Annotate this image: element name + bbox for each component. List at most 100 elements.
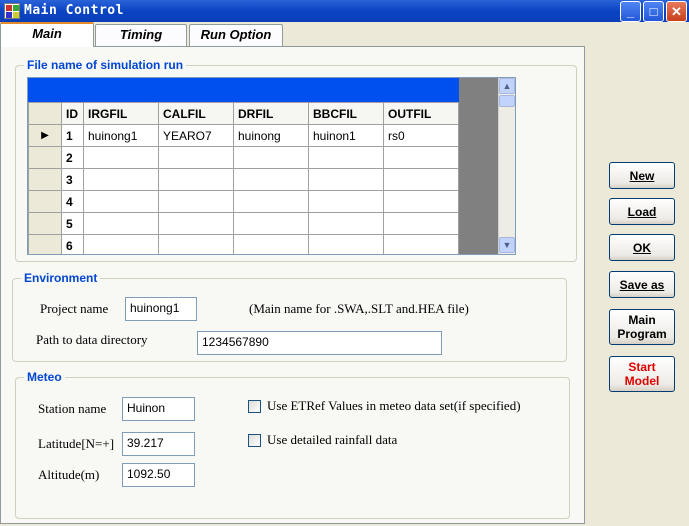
app-icon[interactable]	[4, 3, 20, 19]
chevron-up-icon: ▲	[502, 81, 512, 91]
environment-legend: Environment	[21, 271, 101, 285]
cell-outfil[interactable]	[383, 234, 459, 254]
cell-irgfil[interactable]	[83, 234, 159, 254]
table-row[interactable]: 5	[28, 212, 459, 235]
cell-calfil[interactable]	[158, 168, 234, 191]
scroll-thumb[interactable]	[499, 95, 515, 107]
row-selector[interactable]	[28, 146, 62, 169]
cell-id[interactable]: 3	[61, 168, 84, 191]
table-header-row: ID IRGFIL CALFIL DRFIL BBCFIL OUTFIL	[28, 102, 459, 125]
cell-calfil[interactable]	[158, 212, 234, 235]
window-title: Main Control	[24, 3, 124, 18]
path-label: Path to data directory	[36, 332, 148, 347]
column-header-bbcfil[interactable]: BBCFIL	[308, 102, 384, 125]
chevron-down-icon: ▼	[502, 240, 512, 250]
project-name-input[interactable]: huinong1	[125, 297, 197, 321]
cell-id[interactable]: 2	[61, 146, 84, 169]
column-header-id[interactable]: ID	[61, 102, 84, 125]
cell-bbcfil[interactable]	[308, 234, 384, 254]
table-row[interactable]: 3	[28, 168, 459, 191]
cell-calfil[interactable]	[158, 234, 234, 254]
cell-drfil[interactable]	[233, 146, 309, 169]
cell-drfil[interactable]: huinong	[233, 124, 309, 147]
altitude-label: Altitude(m)	[38, 467, 100, 482]
cell-id[interactable]: 6	[61, 234, 84, 254]
tab-timing[interactable]: Timing	[95, 24, 187, 46]
title-bar: Main Control _ □ ✕	[0, 0, 689, 22]
cell-irgfil[interactable]	[83, 168, 159, 191]
cell-drfil[interactable]	[233, 212, 309, 235]
new-button[interactable]: New	[609, 162, 675, 189]
load-button[interactable]: Load	[609, 198, 675, 225]
etref-checkbox[interactable]	[248, 400, 261, 413]
latitude-input[interactable]: 39.217	[122, 432, 195, 456]
cell-drfil[interactable]	[233, 234, 309, 254]
simulation-grid[interactable]: ID IRGFIL CALFIL DRFIL BBCFIL OUTFIL ▶ 1…	[27, 77, 516, 255]
rainfall-checkbox[interactable]	[248, 434, 261, 447]
cell-outfil[interactable]: rs0	[383, 124, 459, 147]
table-row[interactable]: ▶ 1 huinong1 YEARO7 huinong huinon1 rs0	[28, 124, 459, 147]
latitude-label: Latitude[N=+]	[38, 436, 115, 451]
station-name-input[interactable]: Huinon	[122, 397, 195, 421]
maximize-button[interactable]: □	[643, 1, 664, 22]
maximize-icon: □	[649, 4, 658, 19]
row-header-corner	[28, 102, 62, 125]
start-model-button[interactable]: Start Model	[609, 356, 675, 392]
cell-irgfil[interactable]	[83, 146, 159, 169]
project-name-hint: (Main name for .SWA,.SLT and.HEA file)	[249, 301, 469, 316]
column-header-outfil[interactable]: OUTFIL	[383, 102, 459, 125]
cell-bbcfil[interactable]	[308, 190, 384, 213]
row-selector[interactable]	[28, 212, 62, 235]
row-selector[interactable]	[28, 168, 62, 191]
grid-vertical-scrollbar[interactable]: ▲ ▼	[498, 78, 515, 254]
station-name-label: Station name	[38, 401, 107, 416]
cell-outfil[interactable]	[383, 168, 459, 191]
cell-bbcfil[interactable]	[308, 212, 384, 235]
save-as-button[interactable]: Save as	[609, 271, 675, 298]
cell-outfil[interactable]	[383, 212, 459, 235]
cell-id[interactable]: 5	[61, 212, 84, 235]
column-header-irgfil[interactable]: IRGFIL	[83, 102, 159, 125]
etref-label[interactable]: Use ETRef Values in meteo data set(if sp…	[267, 398, 521, 414]
tab-main[interactable]: Main	[0, 22, 94, 47]
cell-bbcfil[interactable]: huinon1	[308, 124, 384, 147]
scroll-down-arrow[interactable]: ▼	[499, 237, 515, 253]
cell-calfil[interactable]: YEARO7	[158, 124, 234, 147]
cell-bbcfil[interactable]	[308, 146, 384, 169]
cell-irgfil[interactable]: huinong1	[83, 124, 159, 147]
row-selector[interactable]	[28, 190, 62, 213]
cell-id[interactable]: 1	[61, 124, 84, 147]
minimize-button[interactable]: _	[620, 1, 641, 22]
simulation-legend: File name of simulation run	[24, 58, 187, 72]
cell-drfil[interactable]	[233, 168, 309, 191]
cell-id[interactable]: 4	[61, 190, 84, 213]
table-row[interactable]: 6	[28, 234, 459, 254]
tab-run-option[interactable]: Run Option	[189, 24, 283, 46]
table-row[interactable]: 4	[28, 190, 459, 213]
column-header-drfil[interactable]: DRFIL	[233, 102, 309, 125]
cell-outfil[interactable]	[383, 190, 459, 213]
path-input[interactable]: 1234567890	[197, 331, 442, 355]
minimize-icon: _	[626, 4, 635, 19]
cell-drfil[interactable]	[233, 190, 309, 213]
main-program-button[interactable]: Main Program	[609, 309, 675, 345]
cell-irgfil[interactable]	[83, 190, 159, 213]
row-selector[interactable]	[28, 234, 62, 254]
scroll-up-arrow[interactable]: ▲	[499, 78, 515, 94]
close-button[interactable]: ✕	[666, 1, 687, 22]
cell-calfil[interactable]	[158, 146, 234, 169]
grid-caption-bar	[28, 78, 515, 102]
column-header-calfil[interactable]: CALFIL	[158, 102, 234, 125]
cell-outfil[interactable]	[383, 146, 459, 169]
cell-bbcfil[interactable]	[308, 168, 384, 191]
rainfall-label[interactable]: Use detailed rainfall data	[267, 432, 397, 448]
table-row[interactable]: 2	[28, 146, 459, 169]
cell-irgfil[interactable]	[83, 212, 159, 235]
altitude-input[interactable]: 1092.50	[122, 463, 195, 487]
meteo-legend: Meteo	[24, 370, 65, 384]
ok-button[interactable]: OK	[609, 234, 675, 261]
cell-calfil[interactable]	[158, 190, 234, 213]
current-row-indicator[interactable]: ▶	[28, 124, 62, 147]
close-icon: ✕	[671, 4, 682, 19]
simulation-table: ID IRGFIL CALFIL DRFIL BBCFIL OUTFIL ▶ 1…	[28, 102, 459, 254]
